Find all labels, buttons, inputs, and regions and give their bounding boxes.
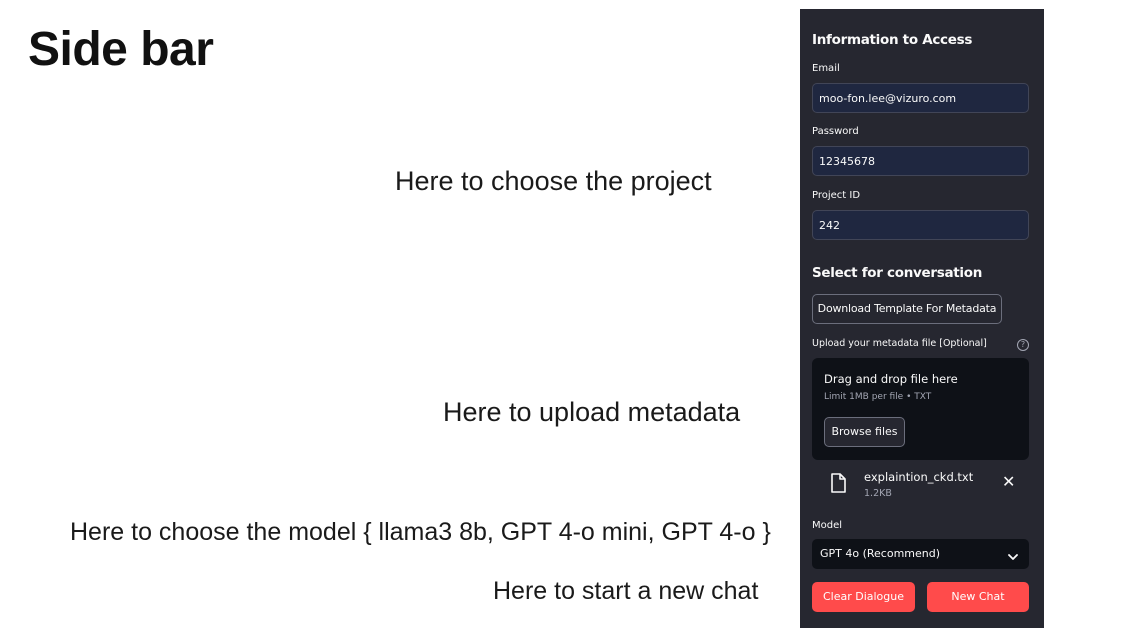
dropzone-limit: Limit 1MB per file • TXT bbox=[824, 392, 932, 402]
uploaded-file-name: explaintion_ckd.txt bbox=[864, 470, 974, 484]
model-select[interactable]: GPT 4o (Recommend) bbox=[812, 539, 1029, 569]
dropzone-title: Drag and drop file here bbox=[824, 372, 958, 386]
browse-files-button[interactable]: Browse files bbox=[824, 417, 905, 447]
model-selected-value: GPT 4o (Recommend) bbox=[820, 547, 941, 560]
password-label: Password bbox=[812, 126, 859, 137]
sidebar: Information to Access Email Password Pro… bbox=[800, 9, 1044, 628]
annotation-choose-model: Here to choose the model { llama3 8b, GP… bbox=[70, 518, 771, 546]
new-chat-button[interactable]: New Chat bbox=[927, 582, 1029, 612]
email-label: Email bbox=[812, 63, 840, 74]
project-id-field[interactable] bbox=[812, 210, 1029, 240]
access-section-title: Information to Access bbox=[812, 32, 973, 48]
download-template-button[interactable]: Download Template For Metadata bbox=[812, 294, 1002, 324]
question-circle-icon[interactable]: ? bbox=[1017, 339, 1029, 351]
annotation-choose-project: Here to choose the project bbox=[395, 166, 712, 196]
clear-dialogue-button[interactable]: Clear Dialogue bbox=[812, 582, 915, 612]
slide-title: Side bar bbox=[28, 23, 214, 76]
model-label: Model bbox=[812, 520, 843, 531]
file-dropzone[interactable]: Drag and drop file here Limit 1MB per fi… bbox=[812, 358, 1029, 460]
file-icon bbox=[830, 473, 846, 497]
project-id-label: Project ID bbox=[812, 190, 861, 201]
chevron-down-icon bbox=[1007, 548, 1019, 567]
annotation-upload-metadata: Here to upload metadata bbox=[443, 397, 741, 427]
annotation-new-chat: Here to start a new chat bbox=[493, 577, 759, 605]
email-field[interactable] bbox=[812, 83, 1029, 113]
close-icon[interactable]: ✕ bbox=[1002, 474, 1015, 490]
uploaded-file-size: 1.2KB bbox=[864, 488, 892, 499]
password-field[interactable] bbox=[812, 146, 1029, 176]
conversation-section-title: Select for conversation bbox=[812, 265, 983, 281]
upload-label: Upload your metadata file [Optional] bbox=[812, 338, 987, 349]
